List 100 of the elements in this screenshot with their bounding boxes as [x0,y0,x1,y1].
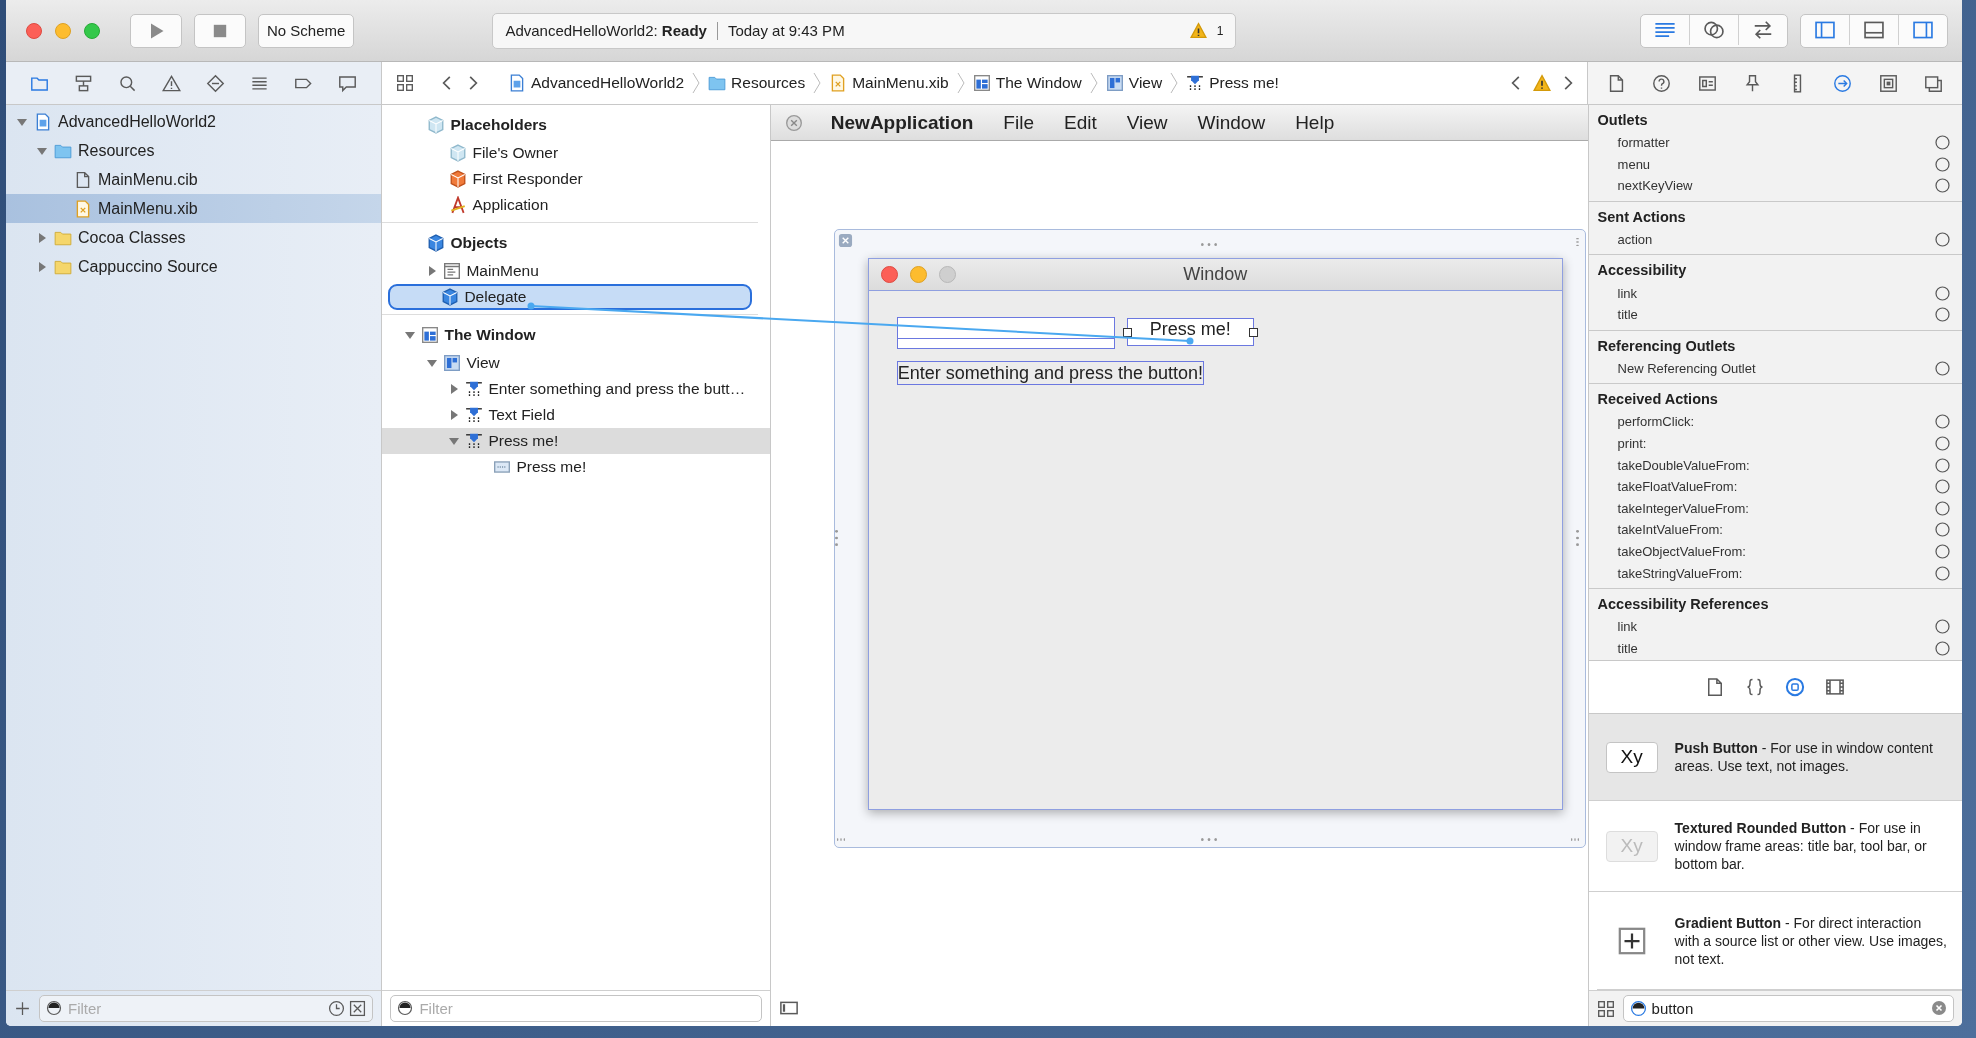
build-status: AdvancedHelloWorld2: Ready [505,22,707,39]
scheme-button[interactable]: No Scheme [258,13,355,48]
connection-circle-icon[interactable] [1935,436,1950,452]
outline-row[interactable]: Delegate [388,284,752,310]
connection-circle-icon[interactable] [1935,178,1950,194]
file-name: Cappuccino Source [78,257,218,276]
menu-item[interactable]: File [1001,111,1036,134]
path-separator-icon [1170,72,1179,94]
connection-circle-icon[interactable] [1935,640,1950,656]
grid-icon[interactable] [396,74,414,92]
library-item[interactable]: Xy Push Button - For use in window content areas. Use text, not images. [1588,714,1962,801]
outline-row[interactable]: Press me! [382,454,770,480]
connection-circle-icon[interactable] [1935,135,1950,151]
connection-circle-icon[interactable] [1935,360,1950,376]
disclosure-icon[interactable] [448,435,461,447]
resize-grip-icon[interactable] [1200,838,1217,841]
outline-row[interactable]: MainMenu [382,258,770,284]
connection-circle-icon[interactable] [1935,156,1950,172]
breadcrumb[interactable]: The Window [995,74,1082,92]
connection-circle-icon[interactable] [1935,479,1950,495]
breadcrumb[interactable]: Resources [731,74,806,92]
file-row[interactable]: Resources [6,136,382,165]
disclosure-icon[interactable] [36,260,48,273]
object-name: Application [472,196,549,214]
menu-item[interactable]: Edit [1061,111,1099,134]
resize-grip-icon[interactable] [836,838,845,841]
outline-row[interactable]: Application [382,192,770,218]
run-button[interactable] [130,13,182,48]
breadcrumb[interactable]: MainMenu.xib [852,74,949,92]
text-field[interactable] [896,317,1115,349]
arrow-circle-icon[interactable] [1833,73,1853,93]
outline-row[interactable]: Enter something and press the butt… [382,376,770,402]
plus-icon[interactable] [14,1000,31,1017]
file-row[interactable]: MainMenu.cib [6,165,382,194]
menu-item[interactable]: Help [1293,111,1337,134]
resize-grip-icon[interactable] [1575,530,1579,546]
speech-bubble-icon[interactable] [337,73,357,93]
disclosure-icon[interactable] [426,357,439,369]
file-name: MainMenu.xib [98,199,198,218]
file-row[interactable]: Cappuccino Source [6,252,382,281]
help-icon[interactable] [1652,73,1672,93]
nested-squares-icon[interactable] [1878,73,1898,93]
close-box-icon[interactable] [349,1000,367,1017]
outline-row[interactable]: View [382,350,770,376]
resize-handle[interactable] [1248,328,1258,337]
warning-icon [1189,22,1207,39]
close-button[interactable] [26,22,42,39]
diamond-icon[interactable] [205,73,225,93]
warning-icon[interactable] [1533,74,1551,92]
connection-circle-icon[interactable] [1935,414,1950,430]
file-row[interactable]: AdvancedHelloWorld2 [6,107,382,136]
connection-circle-icon[interactable] [1935,285,1950,301]
clear-icon[interactable] [1931,1000,1947,1016]
connection-circle-icon[interactable] [1935,565,1950,581]
grid-icon[interactable] [1596,999,1615,1018]
connection-circle-icon[interactable] [1935,619,1950,635]
filter-field[interactable]: Filter [39,995,374,1022]
id-card-icon[interactable] [1697,73,1717,93]
menu-item[interactable]: View [1124,111,1170,134]
object-icon[interactable] [1785,677,1806,697]
outline-row[interactable]: File's Owner [382,140,770,166]
menu-item[interactable]: NewApplication [828,111,976,134]
outline-row[interactable]: Press me! [382,428,770,454]
connection-circle-icon[interactable] [1935,522,1950,538]
library-item[interactable]: Gradient Button - For direct interaction with a source list or other view. Use images, not text. [1596,892,1962,990]
search-field[interactable]: button [1622,995,1954,1022]
outline-row[interactable]: First Responder [382,166,770,192]
filter-field[interactable]: Filter [390,995,762,1022]
breadcrumb[interactable]: View [1128,74,1163,92]
search-icon[interactable] [118,73,138,93]
resize-handle[interactable] [1122,328,1132,337]
file-row[interactable]: MainMenu.xib [6,194,382,223]
resize-grip-icon[interactable] [1200,243,1217,246]
connection-circle-icon[interactable] [1935,232,1950,248]
breadcrumb[interactable]: Press me! [1209,74,1279,92]
braces-icon[interactable] [1745,677,1766,697]
connection-circle-icon[interactable] [1935,307,1950,323]
resize-grip-icon[interactable] [1570,838,1579,841]
film-icon[interactable] [1825,677,1846,697]
connection-circle-icon[interactable] [1935,544,1950,559]
stop-button[interactable] [194,13,246,48]
connection-name: menu [1617,156,1652,172]
disclosure-icon[interactable] [36,231,48,244]
hierarchy-icon[interactable] [74,73,94,93]
plus-box-icon [1616,925,1647,956]
connection-circle-icon[interactable] [1935,457,1950,473]
path-separator-icon [956,72,965,94]
resize-grip-icon[interactable] [1575,238,1579,246]
resize-grip-icon[interactable] [834,530,838,546]
warning-icon[interactable] [162,73,182,93]
connection-circle-icon[interactable] [1935,500,1950,516]
outline-row[interactable]: Text Field [382,402,770,428]
clock-icon[interactable] [328,1000,346,1017]
breadcrumb[interactable]: AdvancedHelloWorld2 [531,74,685,92]
connection-name: New Referencing Outlet [1617,360,1757,376]
layers-icon[interactable] [1923,73,1943,93]
close-icon[interactable] [784,113,803,132]
prompt-label: Enter something and press the button! [896,361,1205,385]
file-row[interactable]: Cocoa Classes [6,223,382,252]
menu-item[interactable]: Window [1195,111,1268,134]
